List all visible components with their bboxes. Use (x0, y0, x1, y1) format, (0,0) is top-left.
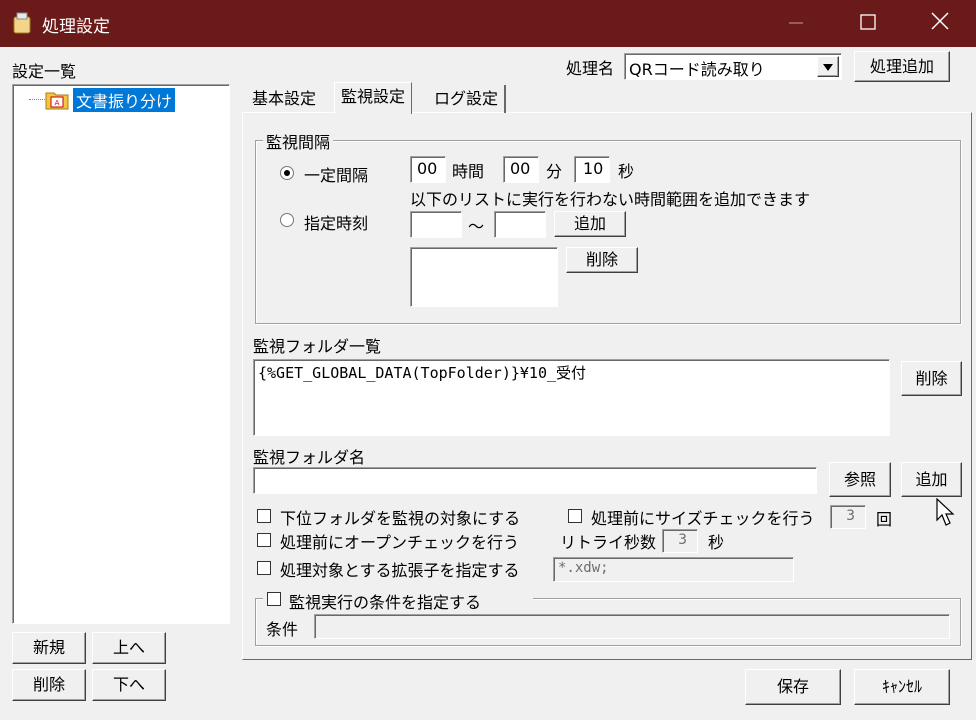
range-separator: 〜 (468, 217, 485, 236)
process-name-label: 処理名 (566, 59, 615, 78)
size-check-count-input[interactable]: 3 (830, 505, 866, 529)
minimize-icon[interactable] (760, 0, 832, 47)
add-range-button[interactable]: 追加 (554, 211, 626, 237)
condition-legend: 監視実行の条件を指定する (289, 593, 482, 612)
title-bar: 処理設定 (0, 0, 976, 47)
fixed-interval-radio[interactable] (280, 166, 294, 180)
interval-legend: 監視間隔 (263, 129, 334, 153)
retry-seconds-unit: 秒 (708, 533, 725, 552)
window-title: 処理設定 (42, 17, 110, 37)
folder-name-label: 監視フォルダ名 (253, 448, 366, 467)
fixed-interval-label: 一定間隔 (304, 166, 369, 185)
extension-checkbox[interactable] (257, 561, 271, 575)
retry-seconds-input[interactable]: 3 (662, 529, 698, 553)
subfolders-checkbox[interactable] (257, 509, 271, 523)
range-to-input[interactable] (494, 211, 546, 238)
process-name-select[interactable]: QRコード読み取り (624, 53, 842, 80)
open-check-checkbox[interactable] (257, 533, 271, 547)
open-check-label: 処理前にオープンチェックを行う (280, 533, 520, 552)
delete-range-button[interactable]: 削除 (566, 247, 638, 273)
seconds-input[interactable]: 10 (574, 156, 610, 183)
delete-folder-button[interactable]: 削除 (901, 361, 962, 396)
condition-label: 条件 (266, 620, 299, 639)
tab-basic[interactable]: 基本設定 (246, 85, 322, 113)
list-item[interactable]: {%GET_GLOBAL_DATA(TopFolder)}¥10_受付 (258, 362, 586, 383)
range-from-input[interactable] (410, 211, 462, 238)
settings-tree[interactable]: A 文書振り分け (12, 84, 230, 624)
condition-checkbox[interactable] (267, 592, 281, 606)
retry-seconds-label: リトライ秒数 (560, 533, 657, 552)
extension-input[interactable]: *.xdw; (553, 557, 794, 582)
add-folder-button[interactable]: 追加 (901, 462, 962, 497)
move-up-button[interactable]: 上へ (92, 632, 166, 664)
minutes-unit: 分 (546, 162, 563, 181)
cancel-button[interactable]: ｷｬﾝｾﾙ (854, 669, 950, 705)
delete-setting-button[interactable]: 削除 (12, 669, 86, 701)
folder-document-icon: A (45, 92, 69, 110)
settings-list-header: 設定一覧 (12, 62, 77, 81)
folder-list-label: 監視フォルダ一覧 (253, 337, 382, 356)
mouse-cursor-icon (936, 498, 955, 526)
scheduled-time-radio[interactable] (280, 213, 294, 227)
minutes-input[interactable]: 00 (503, 156, 539, 183)
chevron-down-icon[interactable] (817, 56, 839, 77)
add-process-button[interactable]: 処理追加 (854, 51, 950, 82)
app-icon (13, 12, 31, 34)
hours-unit: 時間 (452, 162, 485, 181)
extension-label: 処理対象とする拡張子を指定する (280, 561, 520, 580)
browse-button[interactable]: 参照 (829, 462, 891, 497)
condition-legend-box: 監視実行の条件を指定する (263, 589, 533, 612)
maximize-icon[interactable] (832, 0, 904, 47)
process-name-value: QRコード読み取り (629, 60, 765, 79)
move-down-button[interactable]: 下へ (92, 669, 166, 701)
exclusion-note: 以下のリストに実行を行わない時間範囲を追加できます (410, 190, 811, 209)
new-button[interactable]: 新規 (12, 632, 86, 664)
scheduled-time-label: 指定時刻 (304, 214, 369, 233)
save-button[interactable]: 保存 (745, 669, 841, 705)
tab-log[interactable]: ログ設定 (428, 85, 507, 113)
seconds-unit: 秒 (618, 162, 635, 181)
size-check-checkbox[interactable] (568, 509, 582, 523)
tab-monitoring[interactable]: 監視設定 (334, 82, 413, 114)
svg-text:A: A (55, 99, 60, 107)
tree-item-label[interactable]: 文書振り分け (71, 87, 177, 113)
size-check-label: 処理前にサイズチェックを行う (591, 509, 815, 528)
subfolders-label: 下位フォルダを監視の対象にする (280, 509, 521, 528)
folder-name-input[interactable] (253, 467, 817, 494)
condition-input[interactable] (314, 614, 950, 639)
folder-list[interactable]: {%GET_GLOBAL_DATA(TopFolder)}¥10_受付 (253, 359, 890, 436)
size-check-unit: 回 (876, 510, 893, 529)
close-icon[interactable] (904, 0, 976, 47)
hours-input[interactable]: 00 (410, 156, 446, 183)
excluded-ranges-list[interactable] (410, 247, 558, 307)
